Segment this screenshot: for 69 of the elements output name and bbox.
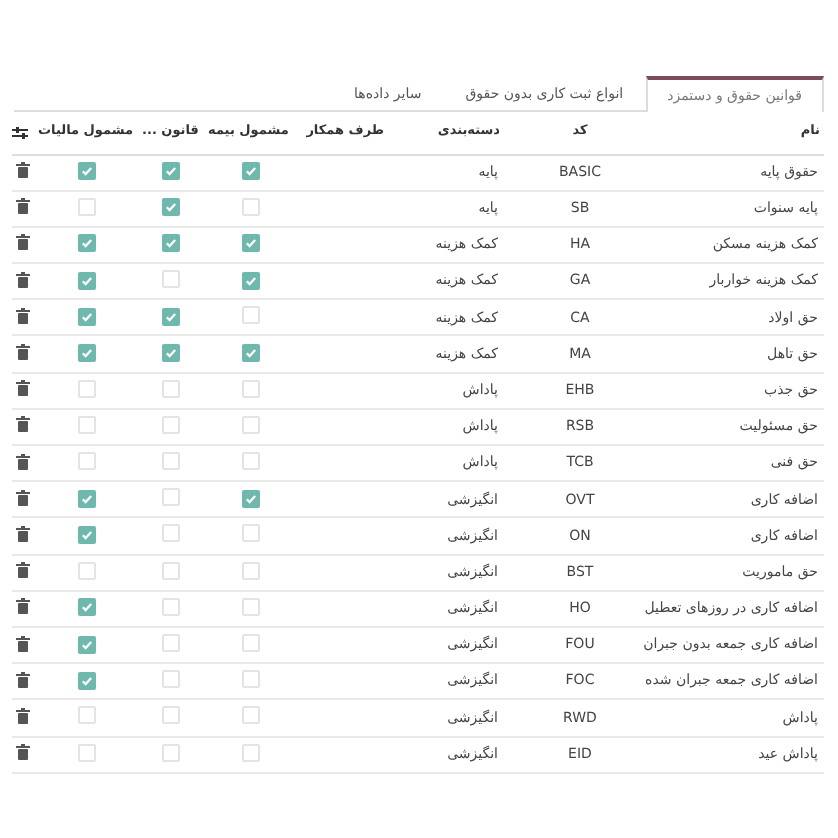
checkbox[interactable] (162, 743, 180, 762)
checkbox[interactable] (241, 162, 259, 181)
checkbox[interactable] (77, 452, 95, 471)
trash-icon[interactable] (16, 162, 30, 179)
checkbox[interactable] (162, 634, 180, 653)
checkbox[interactable] (162, 162, 180, 181)
checkbox[interactable] (77, 635, 95, 654)
checkbox[interactable] (162, 379, 180, 398)
checkbox[interactable] (241, 452, 259, 471)
checkbox[interactable] (241, 670, 259, 689)
trash-icon[interactable] (16, 489, 30, 506)
checkbox[interactable] (77, 743, 95, 762)
trash-icon[interactable] (16, 744, 30, 761)
checkbox[interactable] (241, 197, 259, 216)
checkbox[interactable] (77, 561, 95, 580)
checkbox[interactable] (241, 234, 259, 253)
checkbox[interactable] (241, 379, 259, 398)
checkbox[interactable] (241, 489, 259, 508)
checkbox[interactable] (162, 524, 180, 543)
checkbox[interactable] (77, 489, 95, 508)
checkbox[interactable] (162, 344, 180, 363)
trash-icon[interactable] (16, 525, 30, 542)
checkbox[interactable] (162, 234, 180, 253)
checkbox[interactable] (77, 307, 95, 326)
trash-icon[interactable] (16, 671, 30, 688)
trash-icon[interactable] (16, 271, 30, 288)
checkbox[interactable] (162, 270, 180, 289)
checkbox[interactable] (241, 561, 259, 580)
trash-icon[interactable] (16, 344, 30, 361)
checkbox[interactable] (162, 307, 180, 326)
checkbox[interactable] (77, 344, 95, 363)
trash-icon[interactable] (16, 416, 30, 433)
checkbox[interactable] (241, 524, 259, 543)
checkbox[interactable] (241, 597, 259, 616)
checkbox[interactable] (162, 452, 180, 471)
checkbox[interactable] (77, 234, 95, 253)
trash-icon[interactable] (16, 453, 30, 470)
checkbox[interactable] (241, 344, 259, 363)
checkbox[interactable] (77, 671, 95, 690)
checkbox[interactable] (162, 670, 180, 689)
checkbox[interactable] (241, 743, 259, 762)
trash-icon[interactable] (16, 562, 30, 579)
checkbox[interactable] (162, 198, 180, 217)
checkbox[interactable] (241, 271, 259, 290)
checkbox[interactable] (241, 415, 259, 434)
checkbox[interactable] (241, 706, 259, 725)
settings-icon[interactable] (12, 125, 28, 140)
checkbox[interactable] (162, 415, 180, 434)
trash-icon[interactable] (16, 307, 30, 324)
checkbox[interactable] (77, 598, 95, 617)
checkbox[interactable] (162, 597, 180, 616)
trash-icon[interactable] (16, 598, 30, 615)
checkbox[interactable] (77, 197, 95, 216)
trash-icon[interactable] (16, 234, 30, 251)
checkbox[interactable] (77, 379, 95, 398)
checkbox[interactable] (162, 561, 180, 580)
checkbox[interactable] (77, 271, 95, 290)
checkbox[interactable] (77, 525, 95, 544)
checkbox[interactable] (77, 162, 95, 181)
trash-icon[interactable] (16, 707, 30, 724)
trash-icon[interactable] (16, 198, 30, 215)
trash-icon[interactable] (16, 380, 30, 397)
checkbox[interactable] (162, 706, 180, 725)
checkbox[interactable] (241, 306, 259, 325)
checkbox[interactable] (77, 415, 95, 434)
checkbox[interactable] (77, 706, 95, 725)
checkbox[interactable] (162, 488, 180, 507)
checkbox[interactable] (241, 634, 259, 653)
trash-icon[interactable] (16, 635, 30, 652)
